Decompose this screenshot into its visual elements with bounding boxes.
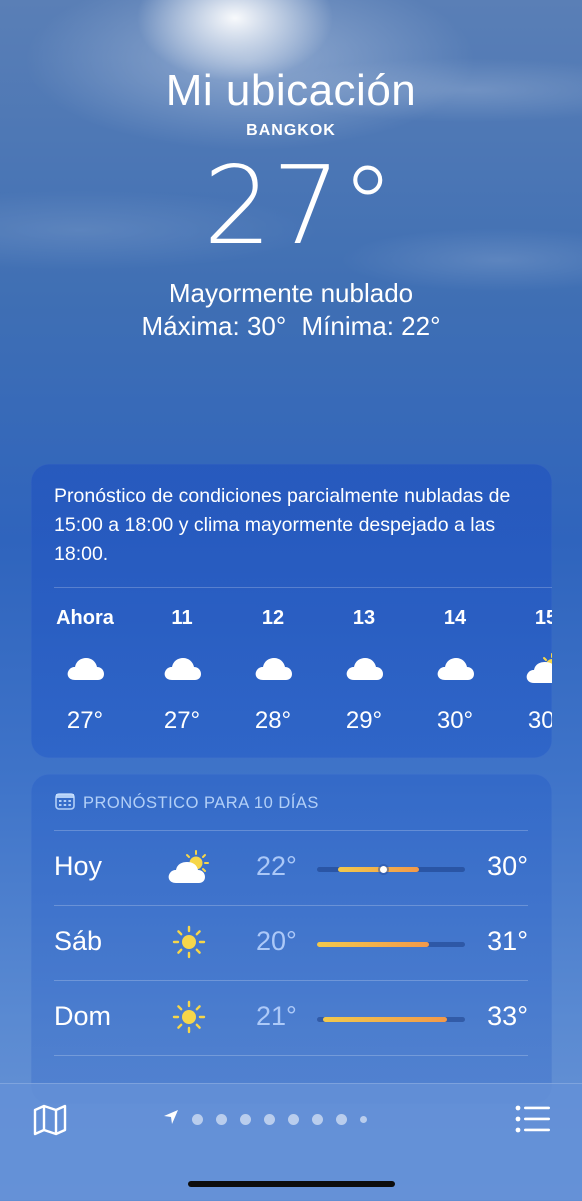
- location-title: Mi ubicación: [165, 66, 417, 115]
- day-row[interactable]: Hoy 22° 30°: [54, 830, 528, 906]
- page-dot: [312, 1113, 323, 1125]
- cloud-icon: [415, 643, 495, 693]
- temp-range-fill: [317, 942, 430, 947]
- page-dot: [192, 1113, 203, 1125]
- hour-item[interactable]: 13 29°: [324, 607, 404, 735]
- partly-cloudy-icon: [506, 643, 552, 693]
- home-indicator[interactable]: [188, 1181, 395, 1187]
- hour-label: 14: [443, 607, 467, 629]
- high-low: Máxima: 30° Mínima: 22°: [0, 311, 582, 342]
- day-row[interactable]: Dom 21° 33°: [54, 980, 528, 1056]
- hour-temp: 28°: [254, 707, 292, 734]
- temp-range-bar: [317, 1017, 465, 1022]
- hour-item[interactable]: 15 30°: [506, 607, 552, 735]
- sun-icon: [164, 922, 214, 962]
- partly-cloudy-icon: [164, 847, 214, 887]
- high-temp: Máxima: 30°: [141, 311, 287, 341]
- sun-icon: [164, 997, 214, 1037]
- hour-label: 15: [534, 607, 552, 629]
- day-name: Sáb: [54, 926, 103, 956]
- day-low-temp: 22°: [256, 851, 297, 881]
- hour-label: 11: [171, 607, 193, 629]
- page-dot: [216, 1113, 227, 1125]
- hour-label: 13: [352, 607, 376, 629]
- temp-range-bar: [317, 942, 465, 947]
- day-row[interactable]: Sáb 20° 31°: [54, 905, 528, 981]
- current-condition: Mayormente nublado: [168, 278, 414, 308]
- low-temp: Mínima: 22°: [301, 311, 441, 341]
- forecast-summary: Pronóstico de condiciones parcialmente n…: [54, 485, 511, 565]
- ten-day-header: PRONÓSTICO PARA 10 DÍAS: [55, 792, 319, 815]
- page-dot: [360, 1115, 367, 1123]
- hour-temp: 29°: [345, 707, 383, 734]
- cloud-icon: [233, 643, 313, 693]
- page-dot: [288, 1113, 299, 1125]
- page-dot: [336, 1113, 347, 1125]
- ten-day-title: PRONÓSTICO PARA 10 DÍAS: [83, 794, 319, 812]
- day-high-temp: 31°: [487, 926, 528, 956]
- map-icon[interactable]: [32, 1102, 68, 1138]
- page-dot: [240, 1113, 251, 1125]
- day-name: Dom: [54, 1001, 112, 1031]
- hour-item[interactable]: 11 27°: [142, 607, 222, 735]
- calendar-icon: [55, 792, 75, 815]
- location-city: BANGKOK: [246, 122, 336, 139]
- current-temperature: 27°: [203, 144, 395, 269]
- cloud-icon: [324, 643, 404, 693]
- day-high-temp: 30°: [487, 851, 528, 881]
- day-name: Hoy: [54, 851, 103, 881]
- hour-temp: 30°: [436, 707, 474, 734]
- day-high-temp: 33°: [487, 1001, 528, 1031]
- cloud-icon: [45, 643, 125, 693]
- page-indicator[interactable]: [163, 1109, 367, 1129]
- hour-item[interactable]: 14 30°: [415, 607, 495, 735]
- hour-temp: 27°: [66, 707, 104, 734]
- page-dot: [264, 1113, 275, 1125]
- temp-range-bar: [317, 866, 465, 873]
- divider: [54, 587, 552, 588]
- hour-temp: 27°: [163, 707, 201, 734]
- day-low-temp: 21°: [256, 1001, 297, 1031]
- hour-label: Ahora: [56, 607, 114, 629]
- current-weather-header: Mi ubicación BANGKOK 27° Mayormente nubl…: [0, 60, 582, 342]
- hour-item[interactable]: Ahora 27°: [45, 607, 125, 735]
- temp-range-fill: [337, 867, 420, 872]
- location-arrow-icon: [163, 1109, 179, 1130]
- ten-day-forecast-card[interactable]: PRONÓSTICO PARA 10 DÍAS Hoy 22° 30° Sáb: [31, 774, 552, 1104]
- hour-item[interactable]: 12 28°: [233, 607, 313, 735]
- day-low-temp: 20°: [256, 926, 297, 956]
- hour-label: 12: [261, 607, 285, 629]
- cloud-icon: [142, 643, 222, 693]
- hour-temp: 30°: [527, 707, 552, 734]
- hourly-forecast-card[interactable]: Pronóstico de condiciones parcialmente n…: [31, 464, 552, 758]
- temp-range-fill: [322, 1017, 448, 1022]
- list-icon[interactable]: [514, 1104, 552, 1136]
